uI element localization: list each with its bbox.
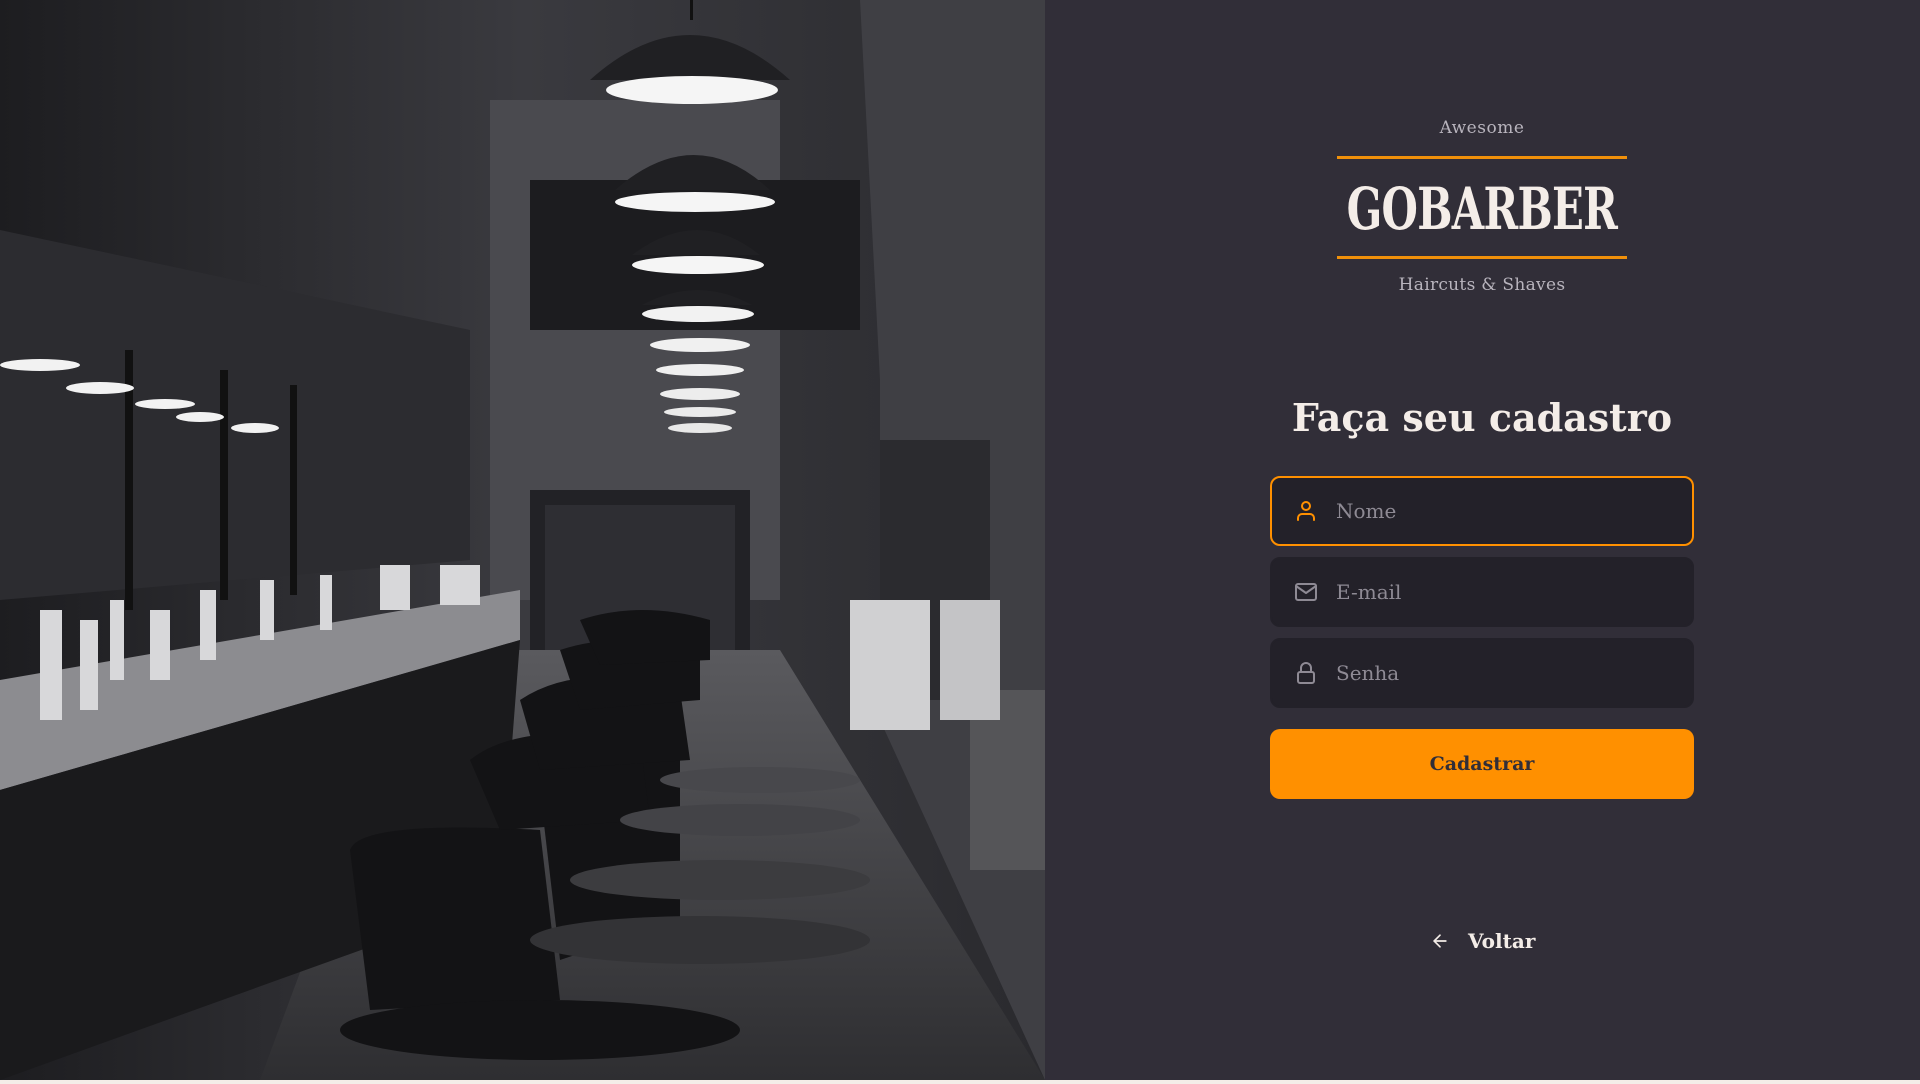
back-link-label: Voltar [1468, 929, 1536, 953]
logo-wordmark: GOBARBER [1337, 174, 1627, 244]
name-input[interactable] [1336, 499, 1676, 523]
logo-rule-top [1337, 156, 1627, 159]
email-input[interactable] [1336, 580, 1676, 604]
email-field[interactable] [1270, 557, 1694, 627]
logo-rule-bottom [1337, 256, 1627, 259]
logo-tagline-bottom: Haircuts & Shaves [1398, 275, 1566, 295]
barbershop-background-image [0, 0, 1045, 1080]
mail-icon [1295, 583, 1317, 601]
lock-icon [1297, 662, 1315, 684]
password-field[interactable] [1270, 638, 1694, 708]
page-title: Faça seu cadastro [1291, 395, 1673, 440]
gobarber-logo: Awesome GOBARBER Haircuts & Shaves [1337, 118, 1627, 308]
user-icon [1297, 501, 1315, 521]
back-link[interactable]: Voltar [1430, 926, 1535, 956]
signup-submit-button[interactable]: Cadastrar [1270, 729, 1694, 799]
password-input[interactable] [1336, 661, 1676, 685]
logo-brand-name: GOBARBER [1346, 175, 1618, 243]
logo-tagline-top: Awesome [1439, 118, 1525, 138]
name-field[interactable] [1270, 476, 1694, 546]
page-bottom-edge [0, 1080, 1920, 1084]
arrow-left-icon [1433, 934, 1447, 948]
